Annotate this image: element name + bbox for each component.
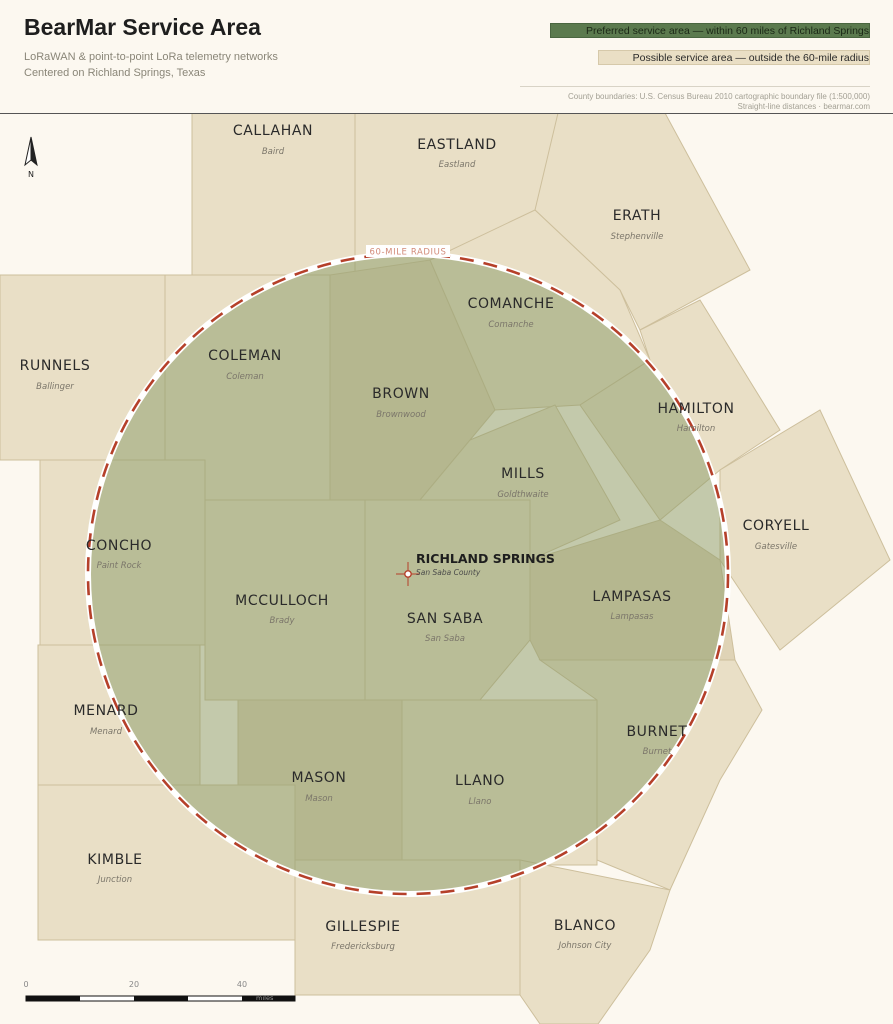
county-seat-concho: Paint Rock — [97, 561, 143, 571]
county-label-coryell: CORYELL — [743, 518, 810, 534]
county-label-coleman: COLEMAN — [208, 348, 282, 364]
county-seat-kimble: Junction — [96, 875, 132, 885]
county-label-concho: CONCHO — [86, 538, 152, 554]
county-seat-llano: Llano — [469, 797, 492, 807]
county-label-eastland: EASTLAND — [417, 137, 497, 153]
center-city-sublabel: San Saba County — [416, 568, 481, 577]
county-label-lampasas: LAMPASAS — [592, 589, 671, 605]
credit-line-2: Straight-line distances · bearmar.com — [737, 102, 871, 111]
scale-tick-20: 20 — [129, 980, 139, 989]
county-seat-sansaba: San Saba — [425, 634, 465, 644]
county-seat-mcculloch: Brady — [270, 616, 296, 626]
county-seat-lampasas: Lampasas — [611, 612, 654, 622]
service-area-map: 60-MILE RADIUS CALLAHAN Baird EASTLAND E… — [0, 112, 891, 1024]
scale-tick-0: 0 — [23, 980, 28, 989]
county-seat-runnels: Ballinger — [36, 382, 74, 392]
county-label-gillespie: GILLESPIE — [325, 919, 400, 935]
county-seat-menard: Menard — [90, 727, 123, 737]
county-label-hamilton: HAMILTON — [657, 401, 734, 417]
north-label: N — [28, 170, 34, 179]
county-seat-blanco: Johnson City — [557, 941, 613, 951]
county-label-runnels: RUNNELS — [20, 358, 91, 374]
county-label-mason: MASON — [291, 770, 346, 786]
county-seat-gillespie: Fredericksburg — [331, 942, 395, 952]
county-label-llano: LLANO — [455, 773, 505, 789]
county-seat-brown: Brownwood — [376, 410, 426, 420]
county-label-comanche: COMANCHE — [468, 296, 555, 312]
north-arrow-icon — [24, 136, 38, 167]
credit-line-1: County boundaries: U.S. Census Bureau 20… — [568, 92, 870, 101]
county-label-burnet: BURNET — [626, 724, 687, 740]
county-label-mcculloch: MCCULLOCH — [235, 593, 329, 609]
county-seat-callahan: Baird — [262, 147, 285, 157]
county-seat-burnet: Burnet — [643, 747, 672, 757]
county-seat-comanche: Comanche — [488, 320, 533, 330]
county-label-sansaba: SAN SABA — [407, 611, 483, 627]
county-label-blanco: BLANCO — [554, 918, 616, 934]
scale-tick-40: 40 — [237, 980, 247, 989]
center-city-label: RICHLAND SPRINGS — [416, 551, 555, 566]
county-seat-hamilton: Hamilton — [677, 424, 716, 434]
header-panel: BearMar Service Area LoRaWAN & point-to-… — [0, 0, 893, 114]
county-seat-mills: Goldthwaite — [497, 490, 548, 500]
page-title: BearMar Service Area — [24, 14, 261, 40]
county-label-erath: ERATH — [613, 208, 662, 224]
subtitle-line-1: LoRaWAN & point-to-point LoRa telemetry … — [24, 51, 278, 63]
county-label-mills: MILLS — [501, 466, 545, 482]
subtitle-line-2: Centered on Richland Springs, Texas — [24, 67, 206, 79]
county-seat-mason: Mason — [305, 794, 333, 804]
legend-possible: Possible service area — outside the 60-m… — [598, 50, 870, 65]
scale-bar — [25, 995, 296, 1002]
county-seat-coleman: Coleman — [226, 372, 264, 382]
county-seat-eastland: Eastland — [439, 160, 476, 170]
radius-label: 60-MILE RADIUS — [370, 248, 447, 258]
county-label-brown: BROWN — [372, 386, 430, 402]
county-label-kimble: KIMBLE — [87, 852, 142, 868]
county-label-menard: MENARD — [73, 703, 138, 719]
legend-preferred: Preferred service area — within 60 miles… — [550, 23, 870, 38]
scale-unit: miles — [256, 994, 274, 1002]
county-seat-erath: Stephenville — [611, 232, 664, 242]
credit-divider — [520, 86, 870, 87]
county-seat-coryell: Gatesville — [755, 542, 797, 552]
county-label-callahan: CALLAHAN — [233, 123, 313, 139]
